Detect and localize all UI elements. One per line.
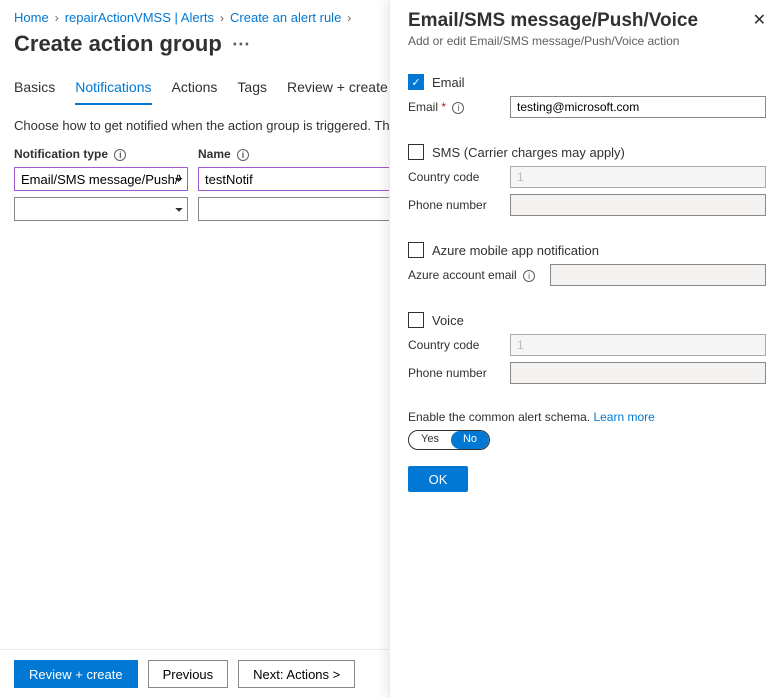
tab-notifications[interactable]: Notifications: [75, 79, 151, 105]
close-icon[interactable]: ✕: [753, 10, 766, 30]
schema-row: Enable the common alert schema. Learn mo…: [408, 410, 766, 450]
schema-text: Enable the common alert schema.: [408, 410, 590, 424]
voice-country-select: 1: [510, 334, 766, 356]
ok-button[interactable]: OK: [408, 466, 468, 492]
col-header-type: Notification type i: [14, 147, 188, 161]
sms-country-select: 1: [510, 166, 766, 188]
tab-basics[interactable]: Basics: [14, 79, 55, 105]
voice-section: Voice Country code 1 Phone number: [408, 312, 766, 384]
sms-section: SMS (Carrier charges may apply) Country …: [408, 144, 766, 216]
email-input[interactable]: [510, 96, 766, 118]
sms-checkbox-label: SMS (Carrier charges may apply): [432, 145, 625, 160]
chevron-right-icon: ›: [347, 11, 351, 25]
chevron-right-icon: ›: [55, 11, 59, 25]
review-create-button[interactable]: Review + create: [14, 660, 138, 688]
toggle-no[interactable]: No: [451, 431, 489, 449]
notification-type-select-empty[interactable]: [14, 197, 188, 221]
info-icon[interactable]: i: [523, 270, 535, 282]
push-checkbox[interactable]: [408, 242, 424, 258]
info-icon[interactable]: i: [237, 149, 249, 161]
voice-country-label: Country code: [408, 338, 504, 352]
country-code-label: Country code: [408, 170, 504, 184]
page-title-text: Create action group: [14, 31, 222, 57]
voice-checkbox[interactable]: [408, 312, 424, 328]
info-icon[interactable]: i: [452, 102, 464, 114]
breadcrumb-repairaction[interactable]: repairActionVMSS | Alerts: [65, 10, 214, 25]
tab-tags[interactable]: Tags: [237, 79, 267, 105]
azure-email-label: Azure account email i: [408, 268, 544, 282]
learn-more-link[interactable]: Learn more: [593, 410, 654, 424]
more-actions-icon[interactable]: ⋯: [232, 34, 250, 55]
voice-phone-label: Phone number: [408, 366, 504, 380]
previous-button[interactable]: Previous: [148, 660, 229, 688]
voice-phone-input: [510, 362, 766, 384]
info-icon[interactable]: i: [114, 149, 126, 161]
email-checkbox[interactable]: ✓: [408, 74, 424, 90]
push-checkbox-label: Azure mobile app notification: [432, 243, 599, 258]
breadcrumb-create-alert[interactable]: Create an alert rule: [230, 10, 341, 25]
toggle-yes[interactable]: Yes: [409, 431, 451, 449]
panel-title: Email/SMS message/Push/Voice: [408, 10, 698, 32]
schema-toggle[interactable]: Yes No: [408, 430, 490, 450]
azure-email-input: [550, 264, 766, 286]
panel-subtitle: Add or edit Email/SMS message/Push/Voice…: [408, 34, 698, 48]
edit-notification-panel: Email/SMS message/Push/Voice Add or edit…: [389, 0, 784, 698]
email-field-label: Email * i: [408, 100, 504, 114]
panel-header: Email/SMS message/Push/Voice Add or edit…: [408, 10, 766, 48]
voice-checkbox-label: Voice: [432, 313, 464, 328]
col-header-name-text: Name: [198, 147, 231, 161]
notification-type-select[interactable]: Email/SMS message/Push/Voice: [14, 167, 188, 191]
next-actions-button[interactable]: Next: Actions >: [238, 660, 355, 688]
tab-actions[interactable]: Actions: [172, 79, 218, 105]
email-section: ✓ Email Email * i: [408, 74, 766, 118]
email-checkbox-label: Email: [432, 75, 465, 90]
tab-review[interactable]: Review + create: [287, 79, 388, 105]
sms-phone-input: [510, 194, 766, 216]
col-header-type-text: Notification type: [14, 147, 108, 161]
push-section: Azure mobile app notification Azure acco…: [408, 242, 766, 286]
breadcrumb-home[interactable]: Home: [14, 10, 49, 25]
chevron-right-icon: ›: [220, 11, 224, 25]
phone-label: Phone number: [408, 198, 504, 212]
sms-checkbox[interactable]: [408, 144, 424, 160]
